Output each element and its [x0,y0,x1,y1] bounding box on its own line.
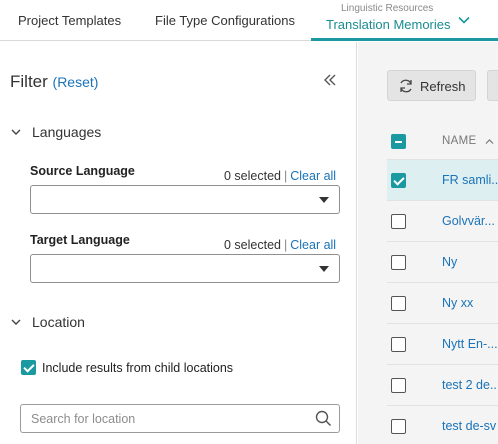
list-item[interactable]: test 2 de... [387,364,498,405]
source-selected-count: 0 selected [224,169,281,183]
translation-memory-name-link[interactable]: Nytt En-... [442,337,498,351]
select-all-checkbox[interactable] [391,134,406,149]
row-checkbox[interactable] [391,378,406,393]
filter-title-text: Filter [10,72,48,91]
caret-down-icon [319,266,329,272]
name-column-header[interactable]: NAME [442,135,476,147]
translation-memory-name-link[interactable]: test 2 de... [442,378,498,392]
languages-section-label: Languages [32,124,102,140]
tab-file-type-configurations-label: File Type Configurations [155,13,295,28]
caret-down-icon [319,197,329,203]
list-item[interactable]: Golvvär... [387,200,498,241]
refresh-button[interactable]: Refresh [387,70,476,101]
row-checkbox[interactable] [391,173,406,188]
top-tab-bar: Project Templates File Type Configuratio… [0,0,498,41]
row-checkbox[interactable] [391,214,406,229]
chevron-down-icon [11,319,21,325]
source-language-selection-info: 0 selected | Clear all [224,169,337,183]
row-checkbox[interactable] [391,337,406,352]
tab-translation-memories[interactable]: Linguistic Resources Translation Memorie… [311,0,498,41]
refresh-button-label: Refresh [420,79,466,94]
reset-link[interactable]: Reset [57,74,94,90]
translation-memory-name-link[interactable]: Ny xx [442,296,473,310]
target-clear-all-link[interactable]: Clear all [290,238,336,252]
include-child-locations-label: Include results from child locations [42,361,234,375]
toolbar-button[interactable] [487,70,498,101]
filter-reset: (Reset) [52,74,99,90]
double-chevron-left-icon[interactable] [320,70,340,90]
filter-panel: Filter (Reset) Languages Source Language… [0,42,357,444]
row-checkbox[interactable] [391,419,406,434]
tab-project-templates[interactable]: Project Templates [0,0,140,41]
tab-file-type-configurations[interactable]: File Type Configurations [140,0,310,41]
chevron-down-icon [11,129,21,135]
target-language-dropdown[interactable] [30,254,340,283]
source-language-dropdown[interactable] [30,185,340,214]
search-icon[interactable] [315,410,332,427]
location-search-box [20,404,340,433]
translation-memory-name-link[interactable]: Ny [442,255,457,269]
location-section-toggle[interactable]: Location [10,314,85,330]
tab-translation-memories-label: Translation Memories [326,17,451,32]
row-checkbox[interactable] [391,296,406,311]
row-checkbox[interactable] [391,255,406,270]
source-language-label: Source Language [30,164,135,178]
translation-memory-list-panel: Refresh NAME FR samli... Golvvär... Ny N… [358,42,498,444]
location-section-label: Location [32,314,85,330]
chevron-down-icon[interactable] [456,12,472,28]
include-child-locations-checkbox[interactable] [21,360,36,375]
translation-memory-name-link[interactable]: test de-sv [442,419,496,433]
source-clear-all-link[interactable]: Clear all [290,169,336,183]
list-item[interactable]: test de-sv [387,405,498,444]
location-search-input[interactable] [21,405,311,432]
languages-section-toggle[interactable]: Languages [10,124,101,140]
sort-ascending-icon[interactable] [485,137,494,146]
list-item[interactable]: Nytt En-... [387,323,498,364]
target-language-selection-info: 0 selected | Clear all [224,238,337,252]
translation-memory-name-link[interactable]: FR samli... [442,173,498,187]
target-selected-count: 0 selected [224,238,281,252]
translation-memory-name-link[interactable]: Golvvär... [442,214,495,228]
filter-title: Filter (Reset) [10,72,98,92]
list-item[interactable]: Ny [387,241,498,282]
target-language-label: Target Language [30,233,130,247]
tab-project-templates-label: Project Templates [18,13,122,28]
list-item[interactable]: FR samli... [387,159,498,200]
list-item[interactable]: Ny xx [387,282,498,323]
include-child-locations-option[interactable]: Include results from child locations [21,360,233,375]
tab-group-label: Linguistic Resources [341,3,434,14]
refresh-icon [400,79,412,93]
list-header: NAME [387,123,498,159]
